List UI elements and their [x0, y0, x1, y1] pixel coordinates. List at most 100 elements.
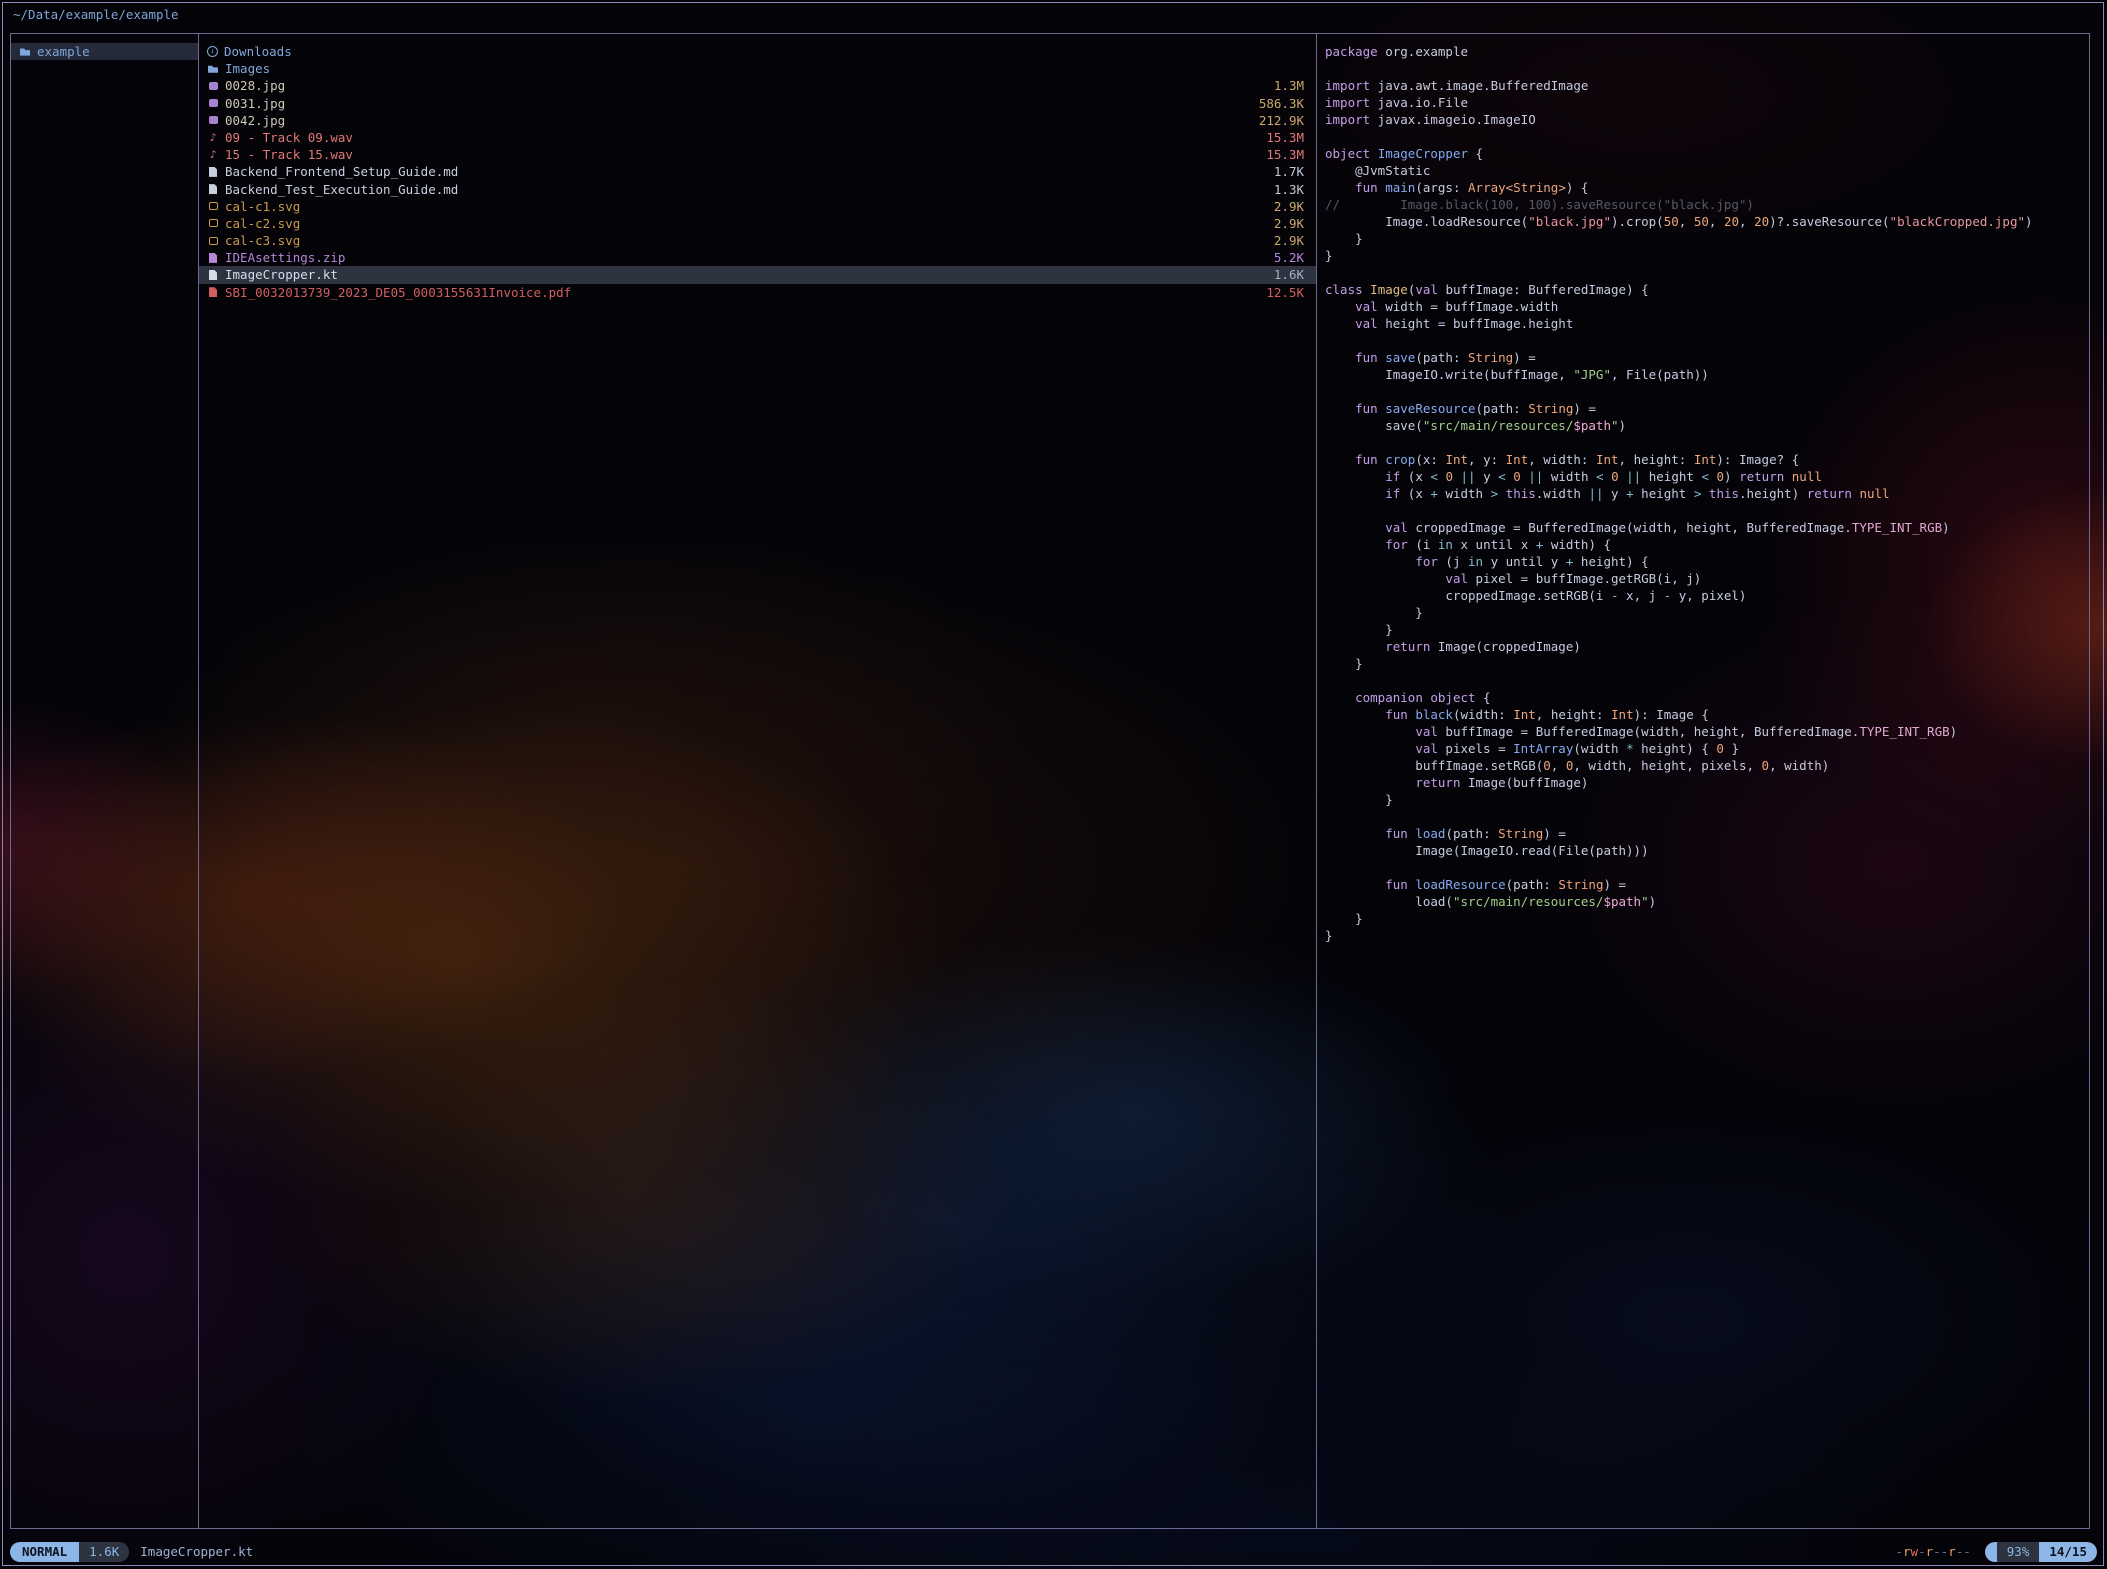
code-line	[1325, 383, 2090, 400]
file-size: 1.3K	[1274, 181, 1304, 198]
file-size: 12.5K	[1266, 284, 1304, 301]
file-row[interactable]: Downloads	[199, 43, 1316, 60]
code-line: import javax.imageio.ImageIO	[1325, 111, 2090, 128]
file-size: 586.3K	[1259, 95, 1304, 112]
file-name: IDEAsettings.zip	[225, 249, 345, 266]
code-line	[1325, 502, 2090, 519]
download-icon	[207, 46, 218, 57]
pdf-icon	[207, 286, 219, 298]
audio-icon	[207, 132, 219, 144]
parent-dir-name: example	[37, 43, 90, 60]
file-position: 14/15	[2039, 1542, 2097, 1562]
mode-pill: NORMAL 1.6K	[10, 1542, 129, 1562]
code-line: }	[1325, 791, 2090, 808]
code-line: class Image(val buffImage: BufferedImage…	[1325, 281, 2090, 298]
code-line: }	[1325, 927, 2090, 944]
image-icon	[207, 80, 219, 92]
file-row[interactable]: SBI_0032013739_2023_DE05_0003155631Invoi…	[199, 284, 1316, 301]
code-line: }	[1325, 910, 2090, 927]
pane-container: example DownloadsImages0028.jpg1.3M0031.…	[10, 33, 2090, 1529]
file-row[interactable]: cal-c1.svg2.9K	[199, 198, 1316, 215]
file-list: DownloadsImages0028.jpg1.3M0031.jpg 586.3…	[199, 43, 1316, 301]
code-line: fun crop(x: Int, y: Int, width: Int, hei…	[1325, 451, 2090, 468]
code-line: ImageIO.write(buffImage, "JPG", File(pat…	[1325, 366, 2090, 383]
file-size: 1.6K	[1274, 266, 1304, 283]
preview-pane: package org.example import java.awt.imag…	[1317, 34, 2090, 1528]
file-row[interactable]: cal-c2.svg 2.9K	[199, 215, 1316, 232]
code-line: fun load(path: String) =	[1325, 825, 2090, 842]
file-row[interactable]: IDEAsettings.zip5.2K	[199, 249, 1316, 266]
file-name: Downloads	[224, 43, 292, 60]
yazi-window: ~/Data/example/example example Downloads…	[0, 0, 2107, 1569]
vector-icon	[207, 217, 219, 229]
file-size: 15.3M	[1266, 146, 1304, 163]
file-row[interactable]: 0042.jpg212.9K	[199, 112, 1316, 129]
doc-icon	[207, 166, 219, 178]
code-line: package org.example	[1325, 43, 2090, 60]
code-line: if (x < 0 || y < 0 || width < 0 || heigh…	[1325, 468, 2090, 485]
code-line: if (x + width > this.width || y + height…	[1325, 485, 2090, 502]
parent-dir-row[interactable]: example	[11, 43, 198, 60]
code-line: }	[1325, 604, 2090, 621]
file-name: SBI_0032013739_2023_DE05_0003155631Invoi…	[225, 284, 571, 301]
file-row[interactable]: 09 - Track 09.wav15.3M	[199, 129, 1316, 146]
file-name: 0042.jpg	[225, 112, 285, 129]
code-line: }	[1325, 247, 2090, 264]
code-line: Image.loadResource("black.jpg").crop(50,…	[1325, 213, 2090, 230]
code-line: val width = buffImage.width	[1325, 298, 2090, 315]
vector-icon	[207, 200, 219, 212]
code-line: val height = buffImage.height	[1325, 315, 2090, 332]
file-size: 2.9K	[1274, 232, 1304, 249]
file-row[interactable]: Images	[199, 60, 1316, 77]
code-line	[1325, 332, 2090, 349]
file-name: Images	[225, 60, 270, 77]
file-row[interactable]: Backend_Frontend_Setup_Guide.md1.7K	[199, 163, 1316, 180]
code-line: }	[1325, 230, 2090, 247]
file-size: 15.3M	[1266, 129, 1304, 146]
code-line: for (i in x until x + width) {	[1325, 536, 2090, 553]
file-size: 2.9K	[1274, 198, 1304, 215]
code-line	[1325, 859, 2090, 876]
file-row[interactable]: 0031.jpg 586.3K	[199, 95, 1316, 112]
code-line: val buffImage = BufferedImage(width, hei…	[1325, 723, 2090, 740]
file-row[interactable]: 0028.jpg1.3M	[199, 77, 1316, 94]
breadcrumb-path: ~/Data/example/example	[13, 6, 179, 24]
status-right: -rw-r--r-- 93% 14/15	[1895, 1542, 2097, 1562]
file-name: ImageCropper.kt	[225, 266, 338, 283]
archive-icon	[207, 252, 219, 264]
file-row[interactable]: ImageCropper.kt 1.6K	[199, 266, 1316, 283]
folder-icon	[207, 63, 219, 75]
audio-icon	[207, 149, 219, 161]
code-line: import java.awt.image.BufferedImage	[1325, 77, 2090, 94]
file-name: 0028.jpg	[225, 77, 285, 94]
code-line: val pixels = IntArray(width * height) { …	[1325, 740, 2090, 757]
code-line: val croppedImage = BufferedImage(width, …	[1325, 519, 2090, 536]
code-view: package org.example import java.awt.imag…	[1317, 34, 2090, 944]
file-row[interactable]: 15 - Track 15.wav15.3M	[199, 146, 1316, 163]
file-name: cal-c2.svg	[225, 215, 300, 232]
code-line: object ImageCropper {	[1325, 145, 2090, 162]
code-line	[1325, 60, 2090, 77]
file-row[interactable]: Backend_Test_Execution_Guide.md1.3K	[199, 181, 1316, 198]
code-line	[1325, 128, 2090, 145]
file-name: 0031.jpg	[225, 95, 285, 112]
code-line: @JvmStatic	[1325, 162, 2090, 179]
mode-badge: NORMAL	[10, 1542, 79, 1562]
code-line: // Image.black(100, 100).saveResource("b…	[1325, 196, 2090, 213]
code-line: load("src/main/resources/$path")	[1325, 893, 2090, 910]
file-size: 2.9K	[1274, 215, 1304, 232]
code-line	[1325, 808, 2090, 825]
image-icon	[207, 114, 219, 126]
code-line: fun main(args: Array<String>) {	[1325, 179, 2090, 196]
code-line: import java.io.File	[1325, 94, 2090, 111]
code-line: fun loadResource(path: String) =	[1325, 876, 2090, 893]
image-icon	[207, 97, 219, 109]
code-line: val pixel = buffImage.getRGB(i, j)	[1325, 570, 2090, 587]
code-line: buffImage.setRGB(0, 0, width, height, pi…	[1325, 757, 2090, 774]
code-line: }	[1325, 621, 2090, 638]
file-row[interactable]: cal-c3.svg2.9K	[199, 232, 1316, 249]
code-line: return Image(buffImage)	[1325, 774, 2090, 791]
vector-icon	[207, 235, 219, 247]
code-line: fun saveResource(path: String) =	[1325, 400, 2090, 417]
code-line	[1325, 672, 2090, 689]
